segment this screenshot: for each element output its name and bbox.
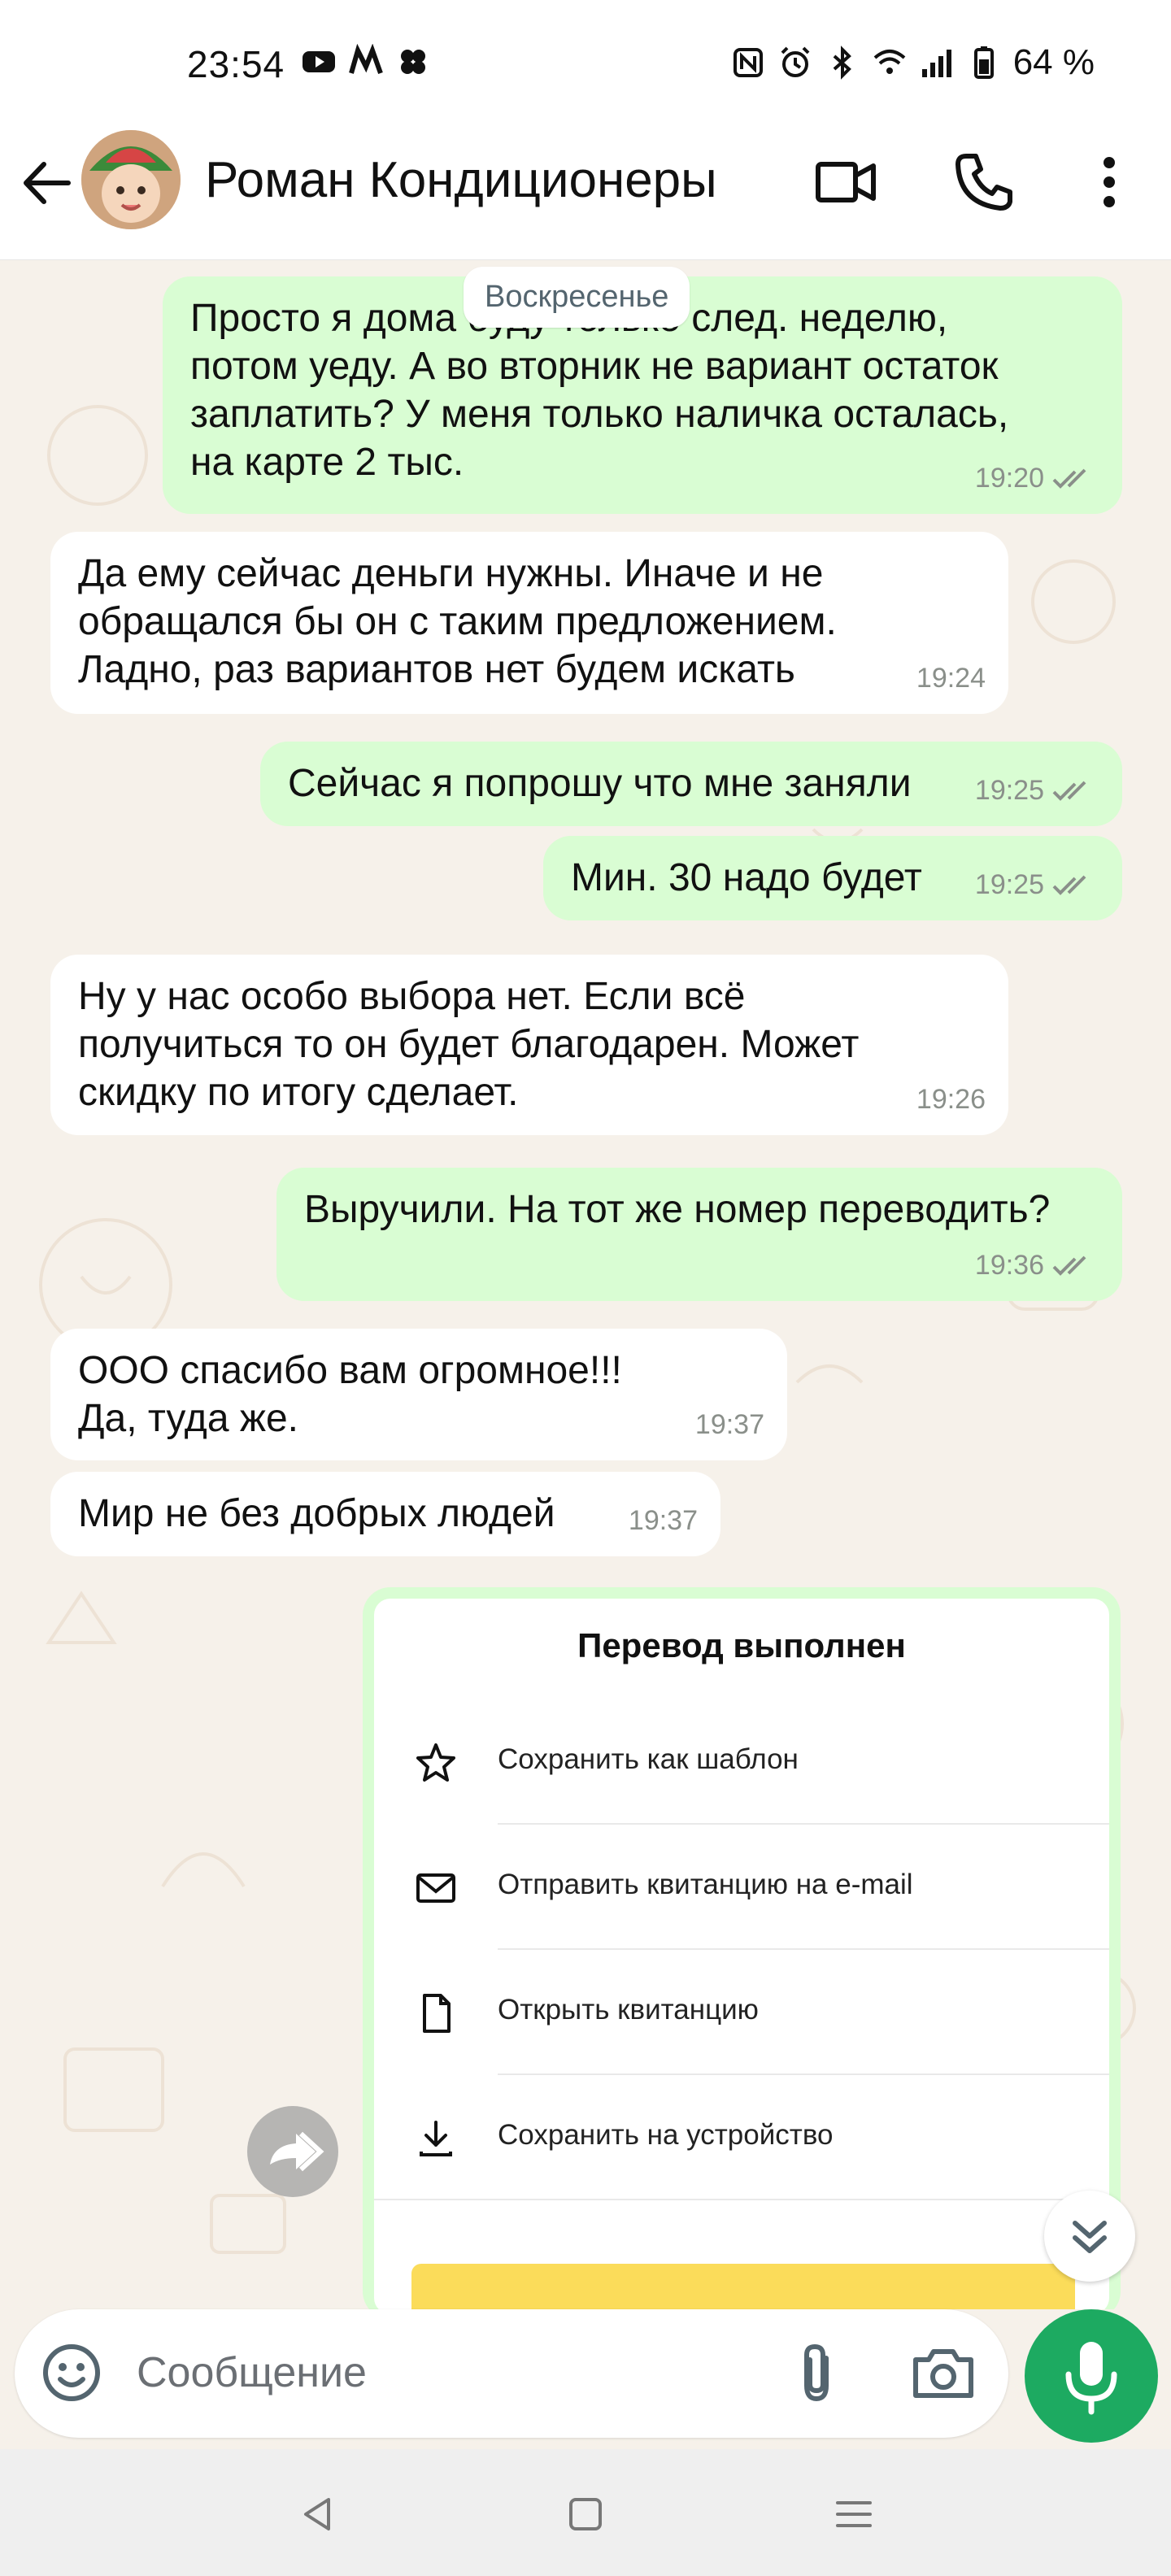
battery-percent: 64 % xyxy=(1012,42,1095,82)
download-icon xyxy=(420,2121,452,2156)
status-bar: 23:54 64 % xyxy=(0,0,1171,130)
mail-app-icon xyxy=(349,44,383,75)
read-ticks-icon xyxy=(1052,875,1086,895)
save-template-row: Сохранить как шаблон xyxy=(374,1699,1109,1825)
date-chip: Воскресенье xyxy=(464,267,690,328)
nfc-icon xyxy=(733,48,763,77)
read-ticks-icon xyxy=(1052,781,1086,801)
more-options-icon[interactable] xyxy=(1077,150,1142,215)
nav-home-icon[interactable] xyxy=(561,2490,610,2539)
composer xyxy=(0,2309,1171,2449)
message-time: 19:25 xyxy=(974,775,1044,806)
system-nav-bar xyxy=(0,2449,1171,2576)
avatar-image xyxy=(81,130,181,229)
message-meta: 19:37 xyxy=(695,1401,764,1449)
row-label: Открыть квитанцию xyxy=(498,1994,759,2026)
wifi-icon xyxy=(873,50,906,74)
paperclip-icon[interactable] xyxy=(784,2340,849,2405)
status-system-icons: 64 % xyxy=(730,42,1095,83)
signal-icon xyxy=(921,50,951,77)
message-incoming[interactable]: Ну у нас особо выбора нет. Если всё полу… xyxy=(50,955,1008,1135)
scroll-to-bottom-button[interactable] xyxy=(1044,2191,1135,2282)
video-call-icon[interactable] xyxy=(813,150,878,215)
star-icon xyxy=(416,1743,455,1782)
voice-record-button[interactable] xyxy=(1025,2309,1158,2443)
alarm-icon xyxy=(781,46,810,77)
transfer-screenshot[interactable]: Перевод выполнен Сохранить как шаблон От… xyxy=(374,1599,1109,2309)
message-input-box[interactable] xyxy=(15,2309,1008,2438)
message-meta: 19:25 xyxy=(975,861,1099,909)
divider xyxy=(374,2199,1109,2200)
message-input[interactable] xyxy=(137,2340,755,2405)
contact-avatar[interactable] xyxy=(81,130,181,229)
read-ticks-icon xyxy=(1052,1255,1086,1276)
contact-name[interactable]: Роман Кондиционеры xyxy=(205,151,717,209)
chat-area[interactable]: Просто я дома буду только след. неделю, … xyxy=(0,260,1171,2309)
row-label: Отправить квитанцию на e-mail xyxy=(498,1869,913,1900)
message-text: ООО спасибо вам огромное!!! Да, туда же. xyxy=(78,1349,622,1440)
message-time: 19:37 xyxy=(694,1409,764,1440)
message-meta: 19:24 xyxy=(916,655,986,703)
battery-icon xyxy=(973,46,994,79)
microphone-icon xyxy=(1065,2342,1117,2415)
status-time: 23:54 xyxy=(187,43,285,85)
message-text: Выручили. На тот же номер переводить? xyxy=(304,1188,1051,1231)
message-incoming[interactable]: Да ему сейчас деньги нужны. Иначе и не о… xyxy=(50,532,1008,714)
transfer-title: Перевод выполнен xyxy=(577,1626,906,1664)
nav-back-icon[interactable] xyxy=(293,2490,342,2539)
status-notification-icons xyxy=(301,44,431,80)
message-outgoing[interactable]: Выручили. На тот же номер переводить? 19… xyxy=(276,1168,1122,1301)
camera-icon[interactable] xyxy=(909,2340,977,2405)
message-incoming[interactable]: Мир не без добрых людей 19:37 xyxy=(50,1472,720,1556)
mail-icon xyxy=(416,1873,455,1903)
message-meta: 19:37 xyxy=(629,1497,698,1545)
message-text: Ну у нас особо выбора нет. Если всё полу… xyxy=(78,975,860,1114)
bluetooth-icon xyxy=(833,46,851,80)
open-receipt-row: Открыть квитанцию xyxy=(374,1950,1109,2075)
double-chevron-down-icon xyxy=(1073,2221,1107,2253)
message-text: Да ему сейчас деньги нужны. Иначе и не о… xyxy=(78,552,837,691)
read-ticks-icon xyxy=(1052,468,1086,489)
row-label: Сохранить как шаблон xyxy=(498,1743,799,1775)
forward-icon xyxy=(270,2131,324,2172)
youtube-icon xyxy=(303,51,335,72)
message-meta: 19:26 xyxy=(916,1076,986,1124)
phone-icon[interactable] xyxy=(951,150,1016,215)
image-message[interactable]: Перевод выполнен Сохранить как шаблон От… xyxy=(363,1587,1121,2309)
app-icon xyxy=(401,50,425,74)
chat-header: Роман Кондиционеры xyxy=(0,114,1171,260)
message-time: 19:36 xyxy=(974,1250,1044,1281)
message-time: 19:37 xyxy=(628,1505,698,1536)
message-meta: 19:25 xyxy=(975,767,1099,815)
message-time: 19:20 xyxy=(974,463,1044,494)
message-time: 19:26 xyxy=(916,1084,986,1115)
forward-button[interactable] xyxy=(247,2106,338,2197)
message-incoming[interactable]: ООО спасибо вам огромное!!! Да, туда же.… xyxy=(50,1329,787,1460)
email-receipt-row: Отправить квитанцию на e-mail xyxy=(374,1825,1109,1950)
message-text: Мир не без добрых людей xyxy=(78,1492,555,1535)
message-time: 19:25 xyxy=(974,869,1044,900)
nav-menu-icon[interactable] xyxy=(829,2490,878,2539)
message-outgoing[interactable]: Мин. 30 надо будет 19:25 xyxy=(543,836,1122,920)
document-icon xyxy=(423,1994,451,2033)
save-device-row: Сохранить на устройство xyxy=(374,2075,1109,2200)
message-meta: 19:36 xyxy=(975,1242,1099,1290)
message-text: Сейчас я попрошу что мне заняли xyxy=(288,762,912,805)
message-outgoing[interactable]: Сейчас я попрошу что мне заняли 19:25 xyxy=(260,742,1122,826)
back-arrow-icon[interactable] xyxy=(18,154,75,211)
message-meta: 19:20 xyxy=(975,455,1099,503)
emoji-icon[interactable] xyxy=(41,2342,102,2404)
message-time: 19:24 xyxy=(916,663,986,694)
row-label: Сохранить на устройство xyxy=(498,2119,834,2151)
yellow-action-button xyxy=(411,2264,1075,2309)
